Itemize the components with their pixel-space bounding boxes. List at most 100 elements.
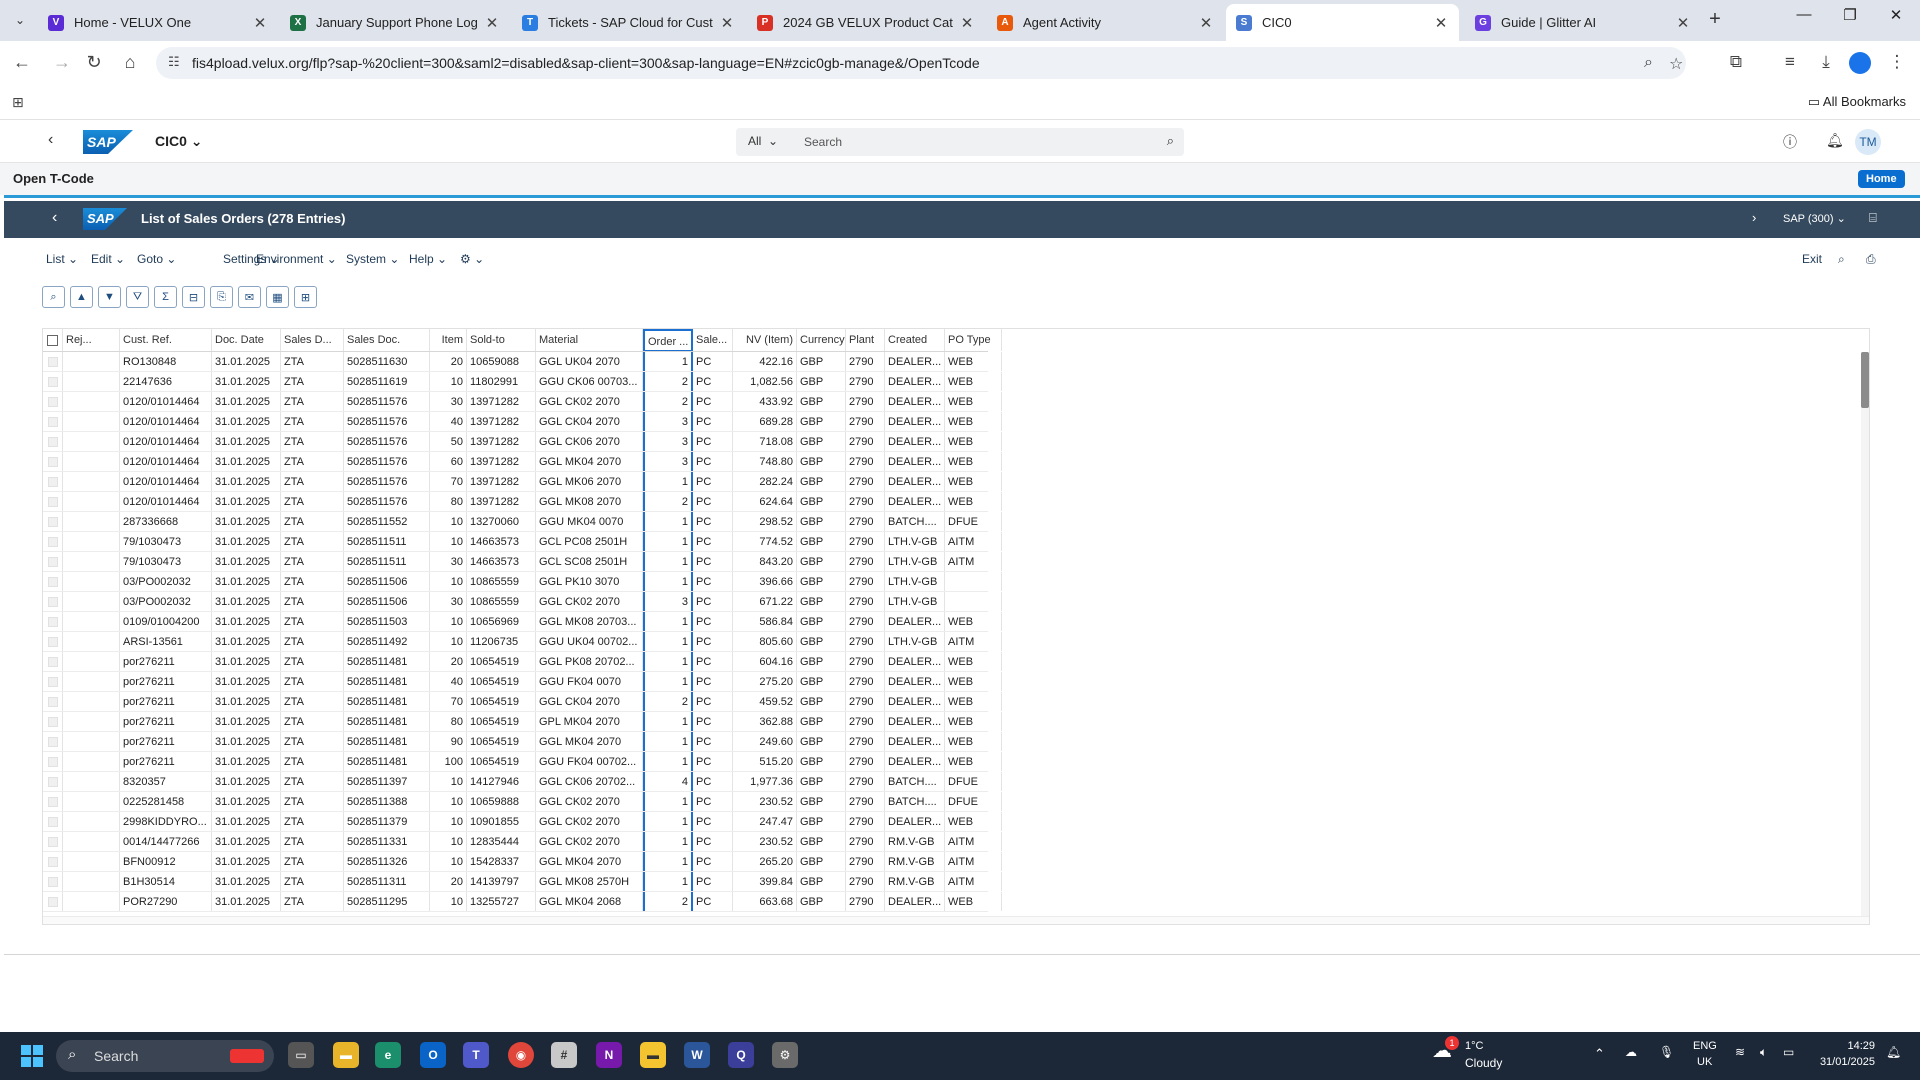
table-cell[interactable]	[63, 572, 120, 591]
table-cell[interactable]	[63, 872, 120, 891]
table-row[interactable]: 0120/01014464 31.01.2025 ZTA 5028511576 60 13…	[43, 452, 1002, 472]
table-cell[interactable]: 11206735	[467, 632, 536, 651]
table-cell[interactable]: GBP	[797, 872, 846, 891]
table-cell[interactable]: 10659888	[467, 792, 536, 811]
table-cell[interactable]: DEALER...	[885, 752, 945, 771]
row-selector[interactable]	[43, 652, 63, 671]
table-cell[interactable]: GBP	[797, 752, 846, 771]
word-icon[interactable]: W	[684, 1042, 710, 1068]
table-cell[interactable]: ZTA	[281, 432, 344, 451]
search-icon[interactable]: ⌕	[1167, 133, 1174, 149]
table-cell[interactable]: 5028511481	[344, 652, 430, 671]
table-cell[interactable]: WEB	[945, 492, 1002, 511]
table-cell[interactable]: PC	[693, 452, 733, 471]
table-cell[interactable]: GGL MK04 2070	[536, 452, 643, 471]
column-header[interactable]: Item	[430, 329, 467, 351]
table-cell[interactable]: GGL MK08 20703...	[536, 612, 643, 631]
gui-back-icon[interactable]: ‹	[52, 209, 57, 227]
table-cell[interactable]	[945, 592, 1002, 611]
table-row[interactable]: por276211 31.01.2025 ZTA 5028511481 90 106545…	[43, 732, 1002, 752]
table-cell[interactable]: ZTA	[281, 712, 344, 731]
table-cell[interactable]: 2790	[846, 732, 885, 751]
site-info-icon[interactable]: ☷	[168, 54, 180, 70]
table-cell[interactable]: DEALER...	[885, 412, 945, 431]
chrome-icon[interactable]: ◉	[508, 1042, 534, 1068]
table-cell[interactable]: LTH.V-GB	[885, 552, 945, 571]
table-cell[interactable]: LTH.V-GB	[885, 592, 945, 611]
table-cell[interactable]: ZTA	[281, 412, 344, 431]
table-cell[interactable]: WEB	[945, 732, 1002, 751]
table-cell[interactable]	[63, 512, 120, 531]
table-cell[interactable]: 1	[643, 552, 693, 571]
table-cell[interactable]: GGL MK04 2070	[536, 852, 643, 871]
table-cell[interactable]: 5028511397	[344, 772, 430, 791]
table-cell[interactable]: 433.92	[733, 392, 797, 411]
column-header[interactable]: Sold-to	[467, 329, 536, 351]
table-cell[interactable]: ZTA	[281, 512, 344, 531]
table-cell[interactable]: 31.01.2025	[212, 492, 281, 511]
table-cell[interactable]: 10654519	[467, 752, 536, 771]
table-cell[interactable]: ZTA	[281, 492, 344, 511]
table-cell[interactable]: 40	[430, 412, 467, 431]
table-cell[interactable]: 90	[430, 732, 467, 751]
table-cell[interactable]: 31.01.2025	[212, 852, 281, 871]
table-row[interactable]: 79/1030473 31.01.2025 ZTA 5028511511 30 14663…	[43, 552, 1002, 572]
filter-icon[interactable]: ⛛	[126, 286, 149, 308]
table-cell[interactable]: 10	[430, 632, 467, 651]
table-cell[interactable]: 1	[643, 792, 693, 811]
table-cell[interactable]: GGL PK10 3070	[536, 572, 643, 591]
select-all-checkbox[interactable]	[43, 329, 63, 351]
table-cell[interactable]: 0120/01014464	[120, 432, 212, 451]
table-cell[interactable]: 2998KIDDYRO...	[120, 812, 212, 831]
table-cell[interactable]: 230.52	[733, 792, 797, 811]
tab-cic0[interactable]: S CIC0 ✕	[1226, 4, 1459, 41]
language-bottom[interactable]: UK	[1697, 1056, 1712, 1068]
table-cell[interactable]: 31.01.2025	[212, 632, 281, 651]
table-cell[interactable]	[63, 432, 120, 451]
table-cell[interactable]: 13971282	[467, 412, 536, 431]
row-selector[interactable]	[43, 472, 63, 491]
table-cell[interactable]: PC	[693, 512, 733, 531]
table-cell[interactable]	[63, 532, 120, 551]
table-cell[interactable]: 282.24	[733, 472, 797, 491]
table-cell[interactable]: GGL CK02 2070	[536, 832, 643, 851]
table-cell[interactable]: 0014/14477266	[120, 832, 212, 851]
table-cell[interactable]: 2790	[846, 892, 885, 911]
table-cell[interactable]: 14663573	[467, 552, 536, 571]
table-cell[interactable]: 2790	[846, 532, 885, 551]
table-cell[interactable]: 249.60	[733, 732, 797, 751]
table-cell[interactable]	[63, 712, 120, 731]
table-cell[interactable]: 31.01.2025	[212, 772, 281, 791]
table-cell[interactable]: GGL MK04 2070	[536, 732, 643, 751]
table-cell[interactable]: 5028511481	[344, 732, 430, 751]
table-cell[interactable]: 79/1030473	[120, 552, 212, 571]
row-selector[interactable]	[43, 432, 63, 451]
table-cell[interactable]	[63, 732, 120, 751]
table-cell[interactable]: 1	[643, 732, 693, 751]
row-selector[interactable]	[43, 712, 63, 731]
table-cell[interactable]: WEB	[945, 392, 1002, 411]
table-cell[interactable]: 5028511576	[344, 472, 430, 491]
exit-button[interactable]: Exit	[1802, 252, 1822, 266]
task-view-icon[interactable]: ▭	[288, 1042, 314, 1068]
table-row[interactable]: 8320357 31.01.2025 ZTA 5028511397 10 14127946…	[43, 772, 1002, 792]
table-cell[interactable]: 5028511481	[344, 712, 430, 731]
table-cell[interactable]: GBP	[797, 552, 846, 571]
table-cell[interactable]: 5028511619	[344, 372, 430, 391]
table-cell[interactable]: DEALER...	[885, 812, 945, 831]
table-cell[interactable]: AITM	[945, 632, 1002, 651]
table-cell[interactable]: PC	[693, 372, 733, 391]
table-cell[interactable]: 31.01.2025	[212, 392, 281, 411]
home-button[interactable]: Home	[1858, 170, 1905, 188]
find-icon[interactable]: ⌕	[1838, 252, 1845, 267]
table-cell[interactable]: 13971282	[467, 432, 536, 451]
details-icon[interactable]: ⌕	[42, 286, 65, 308]
table-cell[interactable]: 805.60	[733, 632, 797, 651]
table-cell[interactable]: GGL MK08 2570H	[536, 872, 643, 891]
column-header[interactable]: Order ...	[643, 329, 693, 351]
table-cell[interactable]: 5028511295	[344, 892, 430, 911]
table-cell[interactable]	[63, 892, 120, 911]
table-cell[interactable]: PC	[693, 492, 733, 511]
table-cell[interactable]: GGU FK04 00702...	[536, 752, 643, 771]
table-cell[interactable]: 10	[430, 892, 467, 911]
